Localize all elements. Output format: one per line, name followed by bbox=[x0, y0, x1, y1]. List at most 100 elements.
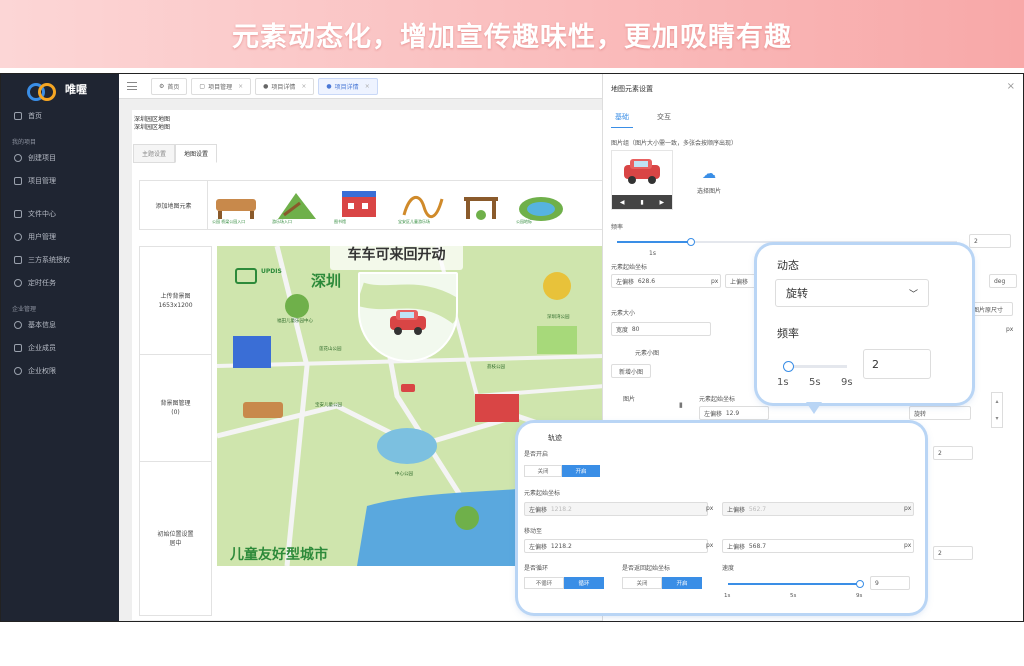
track-speed-input[interactable]: 9 bbox=[870, 576, 910, 590]
px-unit: px bbox=[706, 542, 714, 549]
track-speed-slider[interactable] bbox=[728, 580, 864, 588]
calendar-icon: ▢ bbox=[199, 82, 206, 90]
sidebar-section-enterprise: 企业管理 bbox=[12, 306, 37, 313]
track-origin-left: 左偏移 1218.2 bbox=[524, 502, 708, 516]
order-arrows[interactable]: ▴ ▾ bbox=[991, 392, 1003, 428]
mini-rotate-select[interactable]: 旋转 bbox=[909, 406, 971, 420]
project-title: 深圳园区地图 深圳园区地图 bbox=[134, 116, 171, 131]
sidebar-item-home[interactable]: 首页 bbox=[1, 104, 119, 127]
track-move-top[interactable]: 上偏移 568.7 bbox=[722, 539, 914, 553]
dynamic-freq-input[interactable]: 2 bbox=[863, 349, 931, 379]
toggle-loop[interactable]: 循环 bbox=[564, 577, 604, 589]
arrow-right-icon[interactable]: ▶ bbox=[659, 199, 664, 206]
px-unit: px bbox=[706, 505, 714, 512]
speed-tick: 1s bbox=[724, 593, 731, 599]
element-thumb-library[interactable]: 图书馆 bbox=[332, 185, 387, 227]
element-thumb-gate[interactable] bbox=[454, 185, 509, 227]
track-return-label: 是否返回起始坐标 bbox=[622, 565, 671, 572]
chevron-down-icon[interactable]: ▾ bbox=[995, 415, 998, 422]
speed-tick: 5s bbox=[790, 593, 797, 599]
choose-image-button[interactable]: ☁ 选择图片 bbox=[685, 150, 733, 210]
feature-caption: 车车可来回开动 bbox=[330, 237, 463, 270]
close-icon[interactable]: × bbox=[301, 83, 306, 90]
poi-label: 深圳湾公园 bbox=[547, 315, 570, 320]
toggle-no-loop[interactable]: 不循环 bbox=[524, 577, 564, 589]
close-icon[interactable]: × bbox=[365, 83, 370, 90]
close-icon[interactable]: × bbox=[238, 83, 243, 90]
toggle-off[interactable]: 关闭 bbox=[622, 577, 662, 589]
dynamic-select[interactable]: 旋转 ﹀ bbox=[775, 279, 929, 307]
track-speed-label: 速度 bbox=[722, 565, 735, 572]
frequency-input[interactable]: 2 bbox=[969, 234, 1011, 248]
delete-icon[interactable]: ▮ bbox=[679, 401, 683, 409]
toggle-on[interactable]: 开启 bbox=[662, 577, 702, 589]
sidebar-item-basic-info[interactable]: 基本信息 bbox=[1, 313, 119, 336]
element-thumb-playground[interactable]: 游乐场入口 bbox=[270, 185, 325, 227]
sidebar-item-files[interactable]: 文件中心 bbox=[1, 202, 119, 225]
brand-logo[interactable]: 唯喔 bbox=[1, 74, 119, 104]
image-group-label: 图片组（图片大小需一致，多张会按顺序出现） bbox=[611, 140, 738, 147]
frequency-label: 频率 bbox=[611, 224, 624, 231]
image-label: 图片 bbox=[623, 396, 636, 403]
sidebar-item-scheduled[interactable]: 定时任务 bbox=[1, 271, 119, 294]
poi-label: 莲花山公园 bbox=[319, 347, 342, 352]
tab-interaction[interactable]: 交互 bbox=[653, 112, 675, 128]
tab-project-manage[interactable]: ▢ 项目管理 × bbox=[191, 77, 252, 95]
frequency-slider[interactable] bbox=[617, 238, 957, 246]
map-logo-text: UPDIS bbox=[261, 268, 282, 275]
settings-tabs: 主题设置 地图设置 bbox=[133, 144, 218, 163]
toggle-on[interactable]: 开启 bbox=[562, 465, 600, 477]
upload-cloud-icon: ☁ bbox=[702, 165, 716, 182]
mini-left-field[interactable]: 左偏移 12.9 bbox=[699, 406, 769, 420]
track-loop-toggle[interactable]: 不循环 循环 bbox=[524, 577, 604, 589]
arrow-left-icon[interactable]: ◀ bbox=[620, 199, 625, 206]
mini-origin-label: 元素起始坐标 bbox=[699, 396, 736, 403]
sidebar-item-project-manage[interactable]: 项目管理 bbox=[1, 169, 119, 192]
px-unit: px bbox=[904, 542, 912, 549]
track-return-toggle[interactable]: 关闭 开启 bbox=[622, 577, 702, 589]
map-elements-row: 添加地图元素 公园 桥梁公园入口 游乐场入口 图书馆 宝安区儿童游乐场 公园地标 bbox=[139, 180, 609, 230]
tab-home[interactable]: ⚙ 首页 bbox=[151, 77, 188, 95]
menu-toggle-icon[interactable] bbox=[127, 82, 137, 90]
upload-background-cell[interactable]: 上传背景图 1653x1200 bbox=[140, 247, 211, 355]
plus-circle-icon bbox=[14, 153, 22, 162]
tab-theme-settings[interactable]: 主题设置 bbox=[133, 144, 176, 163]
sidebar-item-members[interactable]: 企业成员 bbox=[1, 336, 119, 359]
left-offset-field[interactable]: 左偏移 628.6 bbox=[611, 274, 721, 288]
info-icon bbox=[14, 320, 22, 329]
element-thumb-pond[interactable]: 公园地标 bbox=[514, 185, 569, 227]
initial-position-cell[interactable]: 初始位置设置 居中 bbox=[140, 462, 211, 615]
track-enabled-toggle[interactable]: 关闭 开启 bbox=[524, 465, 600, 477]
track-move-label: 移动至 bbox=[524, 528, 543, 535]
dynamic-freq-slider[interactable] bbox=[783, 361, 847, 372]
poi-label: 荔枝公园 bbox=[487, 365, 505, 370]
tab-project-detail[interactable]: ● 项目详情 × bbox=[255, 77, 315, 95]
mini-image-label: 元素小图 bbox=[635, 350, 660, 357]
add-mini-image-button[interactable]: 新增小图 bbox=[611, 364, 651, 378]
track-move-left[interactable]: 左偏移 1218.2 bbox=[524, 539, 708, 553]
sidebar-item-create-project[interactable]: 创建项目 bbox=[1, 146, 119, 169]
delete-icon[interactable]: ▮ bbox=[640, 199, 643, 206]
background-manage-cell[interactable]: 背景图管理 (0) bbox=[140, 355, 211, 462]
track-title: 轨迹 bbox=[548, 434, 562, 442]
track-loop-label: 是否循环 bbox=[524, 565, 549, 572]
sidebar-item-permissions[interactable]: 企业权限 bbox=[1, 359, 119, 382]
track-origin-label: 元素起始坐标 bbox=[524, 490, 561, 497]
image-group-item[interactable]: ◀ ▮ ▶ bbox=[611, 150, 673, 210]
element-thumb-bridge[interactable]: 公园 桥梁公园入口 bbox=[210, 185, 265, 227]
px-unit: px bbox=[711, 278, 719, 285]
sidebar-item-third-party[interactable]: 三方系统授权 bbox=[1, 248, 119, 271]
infinity-logo-icon bbox=[27, 82, 61, 101]
close-icon[interactable]: × bbox=[1007, 81, 1015, 92]
mini-small-input[interactable]: 2 bbox=[933, 446, 973, 460]
toggle-off[interactable]: 关闭 bbox=[524, 465, 562, 477]
tab-basic[interactable]: 基础 bbox=[611, 112, 633, 128]
chevron-up-icon[interactable]: ▴ bbox=[995, 398, 998, 405]
element-thumb-park-sign[interactable]: 宝安区儿童游乐场 bbox=[396, 185, 451, 227]
tab-project-detail-active[interactable]: ● 项目详情 × bbox=[318, 77, 378, 95]
sidebar-item-users[interactable]: 用户管理 bbox=[1, 225, 119, 248]
mini-small-input[interactable]: 2 bbox=[933, 546, 973, 560]
freq-tick: 1s bbox=[777, 377, 789, 388]
width-field[interactable]: 宽度 80 bbox=[611, 322, 711, 336]
tab-map-settings[interactable]: 地图设置 bbox=[175, 144, 218, 163]
